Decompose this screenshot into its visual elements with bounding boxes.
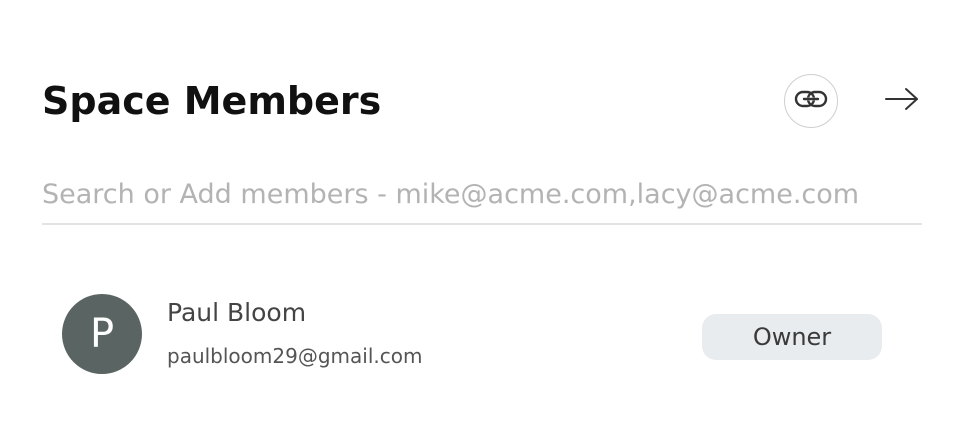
search-field-wrapper [42,168,922,225]
header-actions [784,74,922,128]
page-title: Space Members [42,79,382,123]
avatar: P [62,294,142,374]
member-email: paulbloom29@gmail.com [167,344,423,368]
member-name: Paul Bloom [167,298,307,327]
role-badge[interactable]: Owner [702,314,882,360]
copy-link-button[interactable] [784,74,838,128]
link-icon [794,88,828,114]
arrow-right-icon [884,87,920,115]
space-members-panel: Space Members Search or Add members - mi… [0,0,970,440]
continue-button[interactable] [882,81,922,121]
member-row[interactable]: P Paul Bloom paulbloom29@gmail.com Owner [62,294,882,374]
header: Space Members [42,72,922,130]
search-add-members-input[interactable] [42,168,922,220]
